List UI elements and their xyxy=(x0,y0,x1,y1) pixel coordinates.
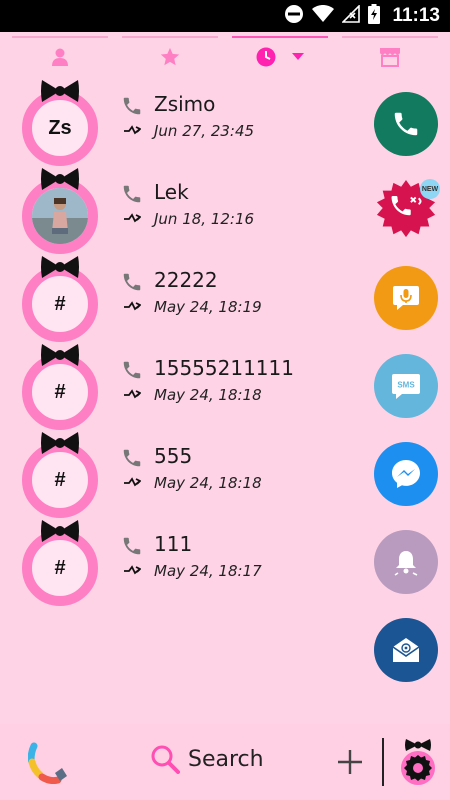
call-direction-icon xyxy=(124,301,141,311)
email-button[interactable] xyxy=(374,618,438,682)
status-bar: 11:13 xyxy=(0,0,450,32)
phone-button[interactable] xyxy=(374,92,438,156)
tab-recents[interactable] xyxy=(232,32,328,82)
phone-icon xyxy=(123,273,141,291)
plus-icon xyxy=(338,750,362,774)
avatar-initials: # xyxy=(54,292,66,315)
messenger-button[interactable] xyxy=(374,442,438,506)
bell-icon xyxy=(394,551,418,576)
sms-button[interactable]: SMS xyxy=(374,354,438,418)
tab-store[interactable] xyxy=(342,32,438,82)
sms-icon: SMS xyxy=(392,374,420,399)
messenger-icon xyxy=(392,460,420,488)
bow-icon xyxy=(41,168,79,190)
call-direction-icon xyxy=(124,213,141,223)
do-not-disturb-icon xyxy=(284,4,304,28)
dialer-button[interactable] xyxy=(27,742,70,788)
call-direction-icon xyxy=(124,565,141,575)
call-direction-icon xyxy=(124,477,141,487)
avatar-initials: Zs xyxy=(48,116,72,139)
phone-icon xyxy=(123,537,141,555)
contact-name: 111 xyxy=(154,532,193,556)
avatar-initials: # xyxy=(54,380,66,403)
bow-icon xyxy=(41,80,79,102)
avatar-initials: # xyxy=(54,468,66,491)
call-direction-icon xyxy=(124,389,141,399)
search-icon xyxy=(151,745,180,774)
contact-photo xyxy=(32,188,88,244)
sms-label: SMS xyxy=(397,381,415,390)
bow-icon xyxy=(41,344,79,366)
bow-icon xyxy=(41,520,79,542)
person-icon xyxy=(50,47,70,67)
call-date: May 24, 18:19 xyxy=(154,298,262,316)
voice-message-icon xyxy=(393,286,419,310)
dialer-logo-icon xyxy=(27,742,67,785)
search-label: Search xyxy=(188,746,264,772)
star-icon xyxy=(159,46,181,68)
call-date: Jun 18, 12:16 xyxy=(154,210,255,228)
voice-message-button[interactable] xyxy=(374,266,438,330)
contact-name: 22222 xyxy=(154,268,218,292)
phone-icon xyxy=(123,185,141,203)
email-icon xyxy=(392,638,420,662)
contact-name: Zsimo xyxy=(154,92,216,116)
call-date: May 24, 18:17 xyxy=(154,562,262,580)
gear-icon xyxy=(401,739,435,785)
search-button[interactable]: Search xyxy=(150,744,264,774)
battery-icon xyxy=(368,4,381,28)
store-icon xyxy=(379,47,401,67)
clock-time: 11:13 xyxy=(392,5,440,26)
bow-icon xyxy=(41,432,79,454)
bow-icon xyxy=(41,256,79,278)
call-date: May 24, 18:18 xyxy=(154,386,262,404)
clock-icon xyxy=(256,47,276,67)
notification-button[interactable] xyxy=(374,530,438,594)
settings-button[interactable] xyxy=(396,738,440,786)
dropdown-arrow-icon[interactable] xyxy=(292,53,304,61)
avatar-initials: # xyxy=(54,556,66,579)
contact-name: Lek xyxy=(154,180,189,204)
divider xyxy=(382,738,384,786)
add-button[interactable] xyxy=(336,748,364,780)
phone-icon xyxy=(123,449,141,467)
bottom-bar: Search xyxy=(0,724,450,800)
new-badge: NEW xyxy=(420,179,440,199)
call-date: May 24, 18:18 xyxy=(154,474,262,492)
tab-contacts[interactable] xyxy=(12,32,108,82)
phone-icon xyxy=(123,361,141,379)
phone-icon xyxy=(394,112,418,136)
tab-bar xyxy=(0,32,450,82)
tab-favorites[interactable] xyxy=(122,32,218,82)
signal-off-icon xyxy=(341,4,361,27)
phone-icon xyxy=(123,97,141,115)
contact-name: 555 xyxy=(154,444,193,468)
wifi-icon xyxy=(312,4,335,27)
call-date: Jun 27, 23:45 xyxy=(154,122,255,140)
call-direction-icon xyxy=(124,125,141,135)
contact-name: 15555211111 xyxy=(154,356,294,380)
